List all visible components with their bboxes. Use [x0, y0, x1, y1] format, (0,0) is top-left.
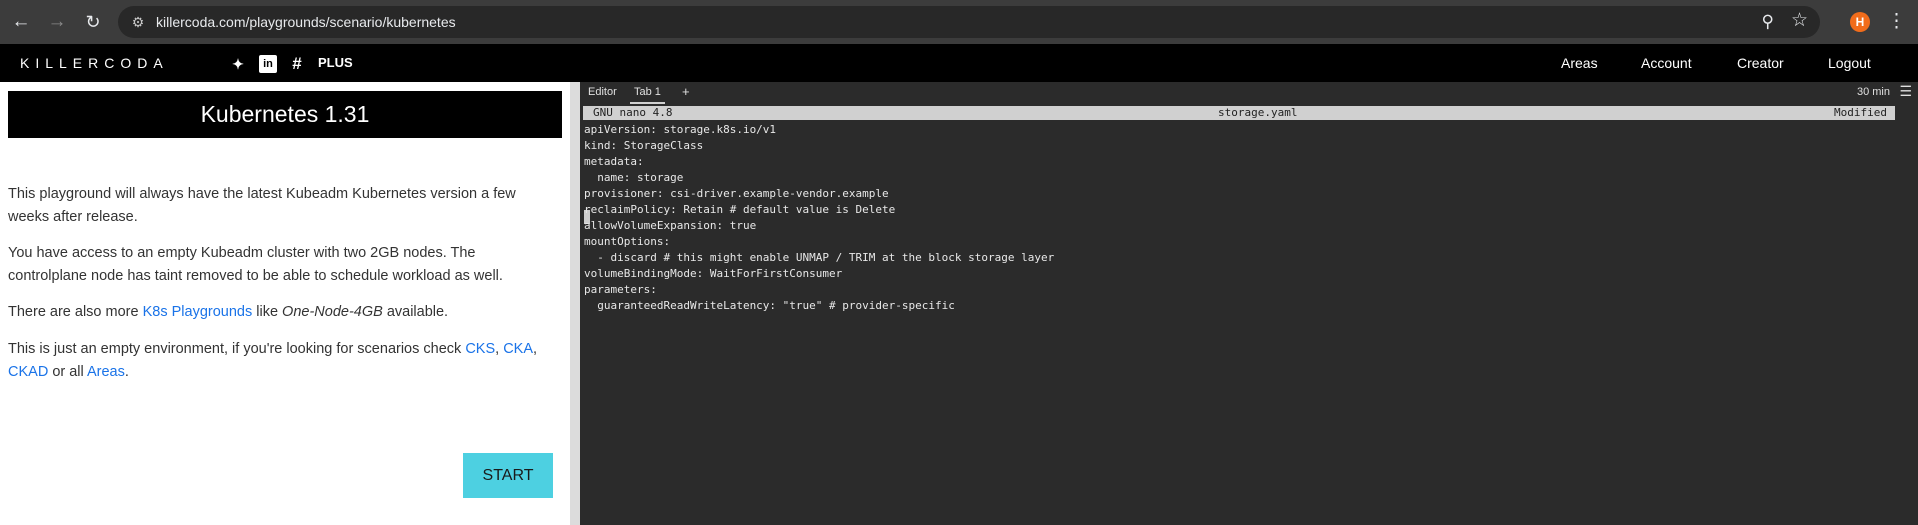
- scenarios-paragraph: This is just an empty environment, if yo…: [8, 338, 556, 384]
- intro-paragraph: This playground will always have the lat…: [8, 186, 516, 225]
- add-tab-button[interactable]: +: [682, 82, 690, 102]
- nano-version: GNU nano 4.8: [593, 106, 673, 119]
- code-line[interactable]: mountOptions:: [584, 234, 670, 250]
- session-timer: 30 min: [1856, 86, 1890, 98]
- hamburger-icon[interactable]: ☰: [1899, 82, 1912, 100]
- areas-link[interactable]: Areas: [87, 364, 125, 380]
- pane-resize-handle[interactable]: [570, 82, 580, 525]
- address-bar[interactable]: ⚙ killercoda.com/playgrounds/scenario/ku…: [118, 6, 1820, 38]
- code-line[interactable]: volumeBindingMode: WaitForFirstConsumer: [584, 266, 842, 282]
- editor-panel: Editor Tab 1 + 30 min ☰ GNU nano 4.8 sto…: [580, 82, 1918, 525]
- code-line[interactable]: allowVolumeExpansion: true: [584, 218, 756, 234]
- nav-account[interactable]: Account: [1641, 44, 1692, 82]
- bookmark-star-icon[interactable]: ☆: [1791, 11, 1808, 31]
- cka-link[interactable]: CKA: [503, 341, 533, 357]
- nav-logout[interactable]: Logout: [1828, 44, 1871, 82]
- nav-creator[interactable]: Creator: [1737, 44, 1784, 82]
- code-line[interactable]: parameters:: [584, 282, 657, 298]
- code-line[interactable]: kind: StorageClass: [584, 138, 703, 154]
- scenario-title: Kubernetes 1.31: [8, 91, 562, 138]
- ckad-link[interactable]: CKAD: [8, 364, 48, 380]
- slack-icon[interactable]: #: [288, 55, 306, 73]
- start-button[interactable]: START: [463, 453, 553, 498]
- plus-link[interactable]: PLUS: [318, 44, 353, 82]
- code-line[interactable]: guaranteedReadWriteLatency: "true" # pro…: [584, 298, 955, 314]
- editor-tab-bar: Editor Tab 1 + 30 min ☰: [580, 82, 1918, 104]
- forward-arrow-icon[interactable]: →: [42, 7, 72, 37]
- browser-toolbar: ← → ↻ ⚙ killercoda.com/playgrounds/scena…: [0, 0, 1918, 44]
- nano-filename: storage.yaml: [1218, 106, 1298, 119]
- nano-status: Modified: [1834, 106, 1887, 119]
- site-header: KILLERCODA ✦ in # PLUS Areas Account Cre…: [0, 44, 1918, 82]
- emphasis-text: One-Node-4GB: [282, 304, 383, 320]
- tab-editor[interactable]: Editor: [588, 82, 617, 102]
- killercoda-logo[interactable]: KILLERCODA: [20, 44, 169, 82]
- code-line[interactable]: provisioner: csi-driver.example-vendor.e…: [584, 186, 889, 202]
- code-line[interactable]: - discard # this might enable UNMAP / TR…: [584, 250, 1054, 266]
- text-fragment: or all: [48, 364, 87, 380]
- code-line[interactable]: reclaimPolicy: Retain # default value is…: [584, 202, 895, 218]
- text-fragment: There are also more: [8, 304, 143, 320]
- code-line[interactable]: apiVersion: storage.k8s.io/v1: [584, 122, 776, 138]
- cks-link[interactable]: CKS: [465, 341, 495, 357]
- text-fragment: ,: [495, 341, 504, 357]
- scenario-panel: Kubernetes 1.31 This playground will alw…: [0, 82, 570, 525]
- playgrounds-paragraph: There are also more K8s Playgrounds like…: [8, 301, 556, 324]
- code-line[interactable]: name: storage: [584, 170, 683, 186]
- linkedin-icon[interactable]: in: [259, 55, 277, 73]
- tab-1[interactable]: Tab 1: [630, 82, 665, 104]
- k8s-playgrounds-link[interactable]: K8s Playgrounds: [143, 304, 253, 320]
- text-fragment: available.: [382, 304, 449, 320]
- reload-icon[interactable]: ↻: [78, 7, 108, 37]
- browser-menu-icon[interactable]: ⋮: [1887, 8, 1906, 36]
- nav-areas[interactable]: Areas: [1561, 44, 1598, 82]
- url-text[interactable]: killercoda.com/playgrounds/scenario/kube…: [156, 6, 456, 38]
- profile-avatar[interactable]: H: [1850, 12, 1870, 32]
- code-line[interactable]: metadata:: [584, 154, 644, 170]
- site-info-icon[interactable]: ⚙: [128, 12, 148, 32]
- zoom-icon[interactable]: ⚲: [1762, 12, 1774, 32]
- text-fragment: like: [252, 304, 283, 320]
- text-fragment: .: [124, 364, 129, 380]
- cluster-paragraph: You have access to an empty Kubeadm clus…: [8, 245, 503, 284]
- twitter-icon[interactable]: ✦: [229, 55, 247, 73]
- back-arrow-icon[interactable]: ←: [6, 7, 36, 37]
- text-fragment: ,: [533, 341, 538, 357]
- text-fragment: This is just an empty environment, if yo…: [8, 341, 466, 357]
- nano-title-bar: GNU nano 4.8 storage.yaml Modified: [583, 106, 1895, 120]
